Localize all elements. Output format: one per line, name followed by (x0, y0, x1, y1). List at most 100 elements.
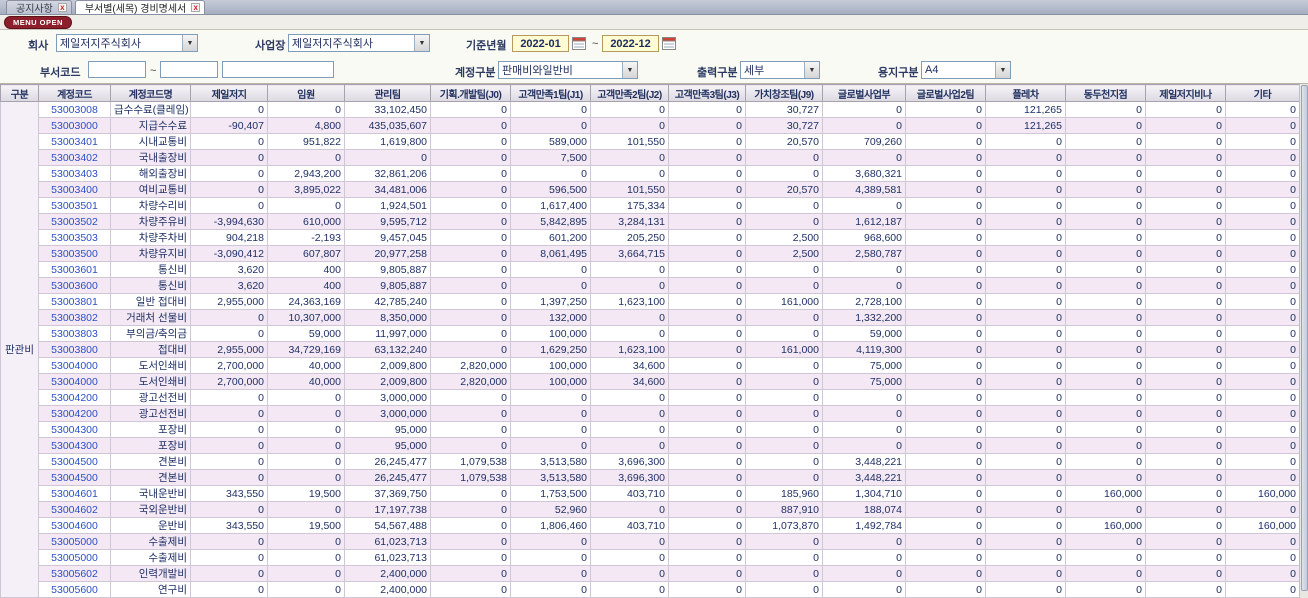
value-cell[interactable]: 20,977,258 (344, 245, 431, 262)
value-cell[interactable]: 0 (430, 325, 511, 342)
value-cell[interactable]: 0 (190, 453, 268, 470)
tab-notice[interactable]: 공지사항 x (6, 0, 72, 15)
value-cell[interactable]: 0 (1145, 405, 1226, 422)
value-cell[interactable]: 0 (668, 325, 746, 342)
value-cell[interactable]: 2,009,800 (344, 373, 431, 390)
value-cell[interactable]: 0 (985, 469, 1066, 486)
value-cell[interactable]: 0 (267, 405, 345, 422)
account-code-cell[interactable]: 53004200 (38, 405, 111, 422)
account-name-cell[interactable]: 광고선전비 (110, 405, 191, 422)
value-cell[interactable]: 0 (1145, 485, 1226, 502)
value-cell[interactable]: 0 (905, 437, 986, 454)
value-cell[interactable]: 0 (1145, 197, 1226, 214)
value-cell[interactable]: 0 (1065, 581, 1146, 598)
value-cell[interactable]: 0 (822, 405, 906, 422)
value-cell[interactable]: 0 (510, 117, 591, 134)
value-cell[interactable]: 1,612,187 (822, 213, 906, 230)
value-cell[interactable]: 0 (905, 277, 986, 294)
value-cell[interactable]: 0 (430, 149, 511, 166)
value-cell[interactable]: 0 (430, 181, 511, 198)
account-name-cell[interactable]: 포장비 (110, 421, 191, 438)
value-cell[interactable]: 0 (822, 149, 906, 166)
value-cell[interactable]: 0 (1225, 133, 1299, 150)
table-row[interactable]: 53004200 광고선전비 0 0 3,000,000 0 0 0 0 0 0 0 0 0 0 0 (1, 389, 1299, 406)
account-name-cell[interactable]: 차량주유비 (110, 213, 191, 230)
value-cell[interactable]: 0 (985, 373, 1066, 390)
value-cell[interactable]: 4,119,300 (822, 341, 906, 358)
value-cell[interactable]: 0 (190, 421, 268, 438)
value-cell[interactable]: 0 (590, 149, 669, 166)
value-cell[interactable]: 0 (1065, 133, 1146, 150)
value-cell[interactable]: 0 (1225, 421, 1299, 438)
account-code-cell[interactable]: 53003401 (38, 133, 111, 150)
value-cell[interactable]: 3,000,000 (344, 405, 431, 422)
value-cell[interactable]: 1,623,100 (590, 341, 669, 358)
value-cell[interactable]: 0 (430, 581, 511, 598)
account-code-cell[interactable]: 53003000 (38, 117, 111, 134)
value-cell[interactable]: 0 (1065, 405, 1146, 422)
value-cell[interactable]: 4,800 (267, 117, 345, 134)
value-cell[interactable]: 0 (590, 101, 669, 118)
value-cell[interactable]: 2,400,000 (344, 565, 431, 582)
account-code-cell[interactable]: 53003402 (38, 149, 111, 166)
account-code-cell[interactable]: 53005600 (38, 581, 111, 598)
value-cell[interactable]: 0 (985, 181, 1066, 198)
value-cell[interactable]: 185,960 (745, 485, 823, 502)
value-cell[interactable]: 0 (822, 437, 906, 454)
value-cell[interactable]: 0 (985, 309, 1066, 326)
value-cell[interactable]: 0 (190, 165, 268, 182)
account-code-cell[interactable]: 53003403 (38, 165, 111, 182)
value-cell[interactable]: 0 (668, 149, 746, 166)
table-row[interactable]: 53004200 광고선전비 0 0 3,000,000 0 0 0 0 0 0 0 0 0 0 0 (1, 405, 1299, 422)
value-cell[interactable]: 0 (1065, 437, 1146, 454)
value-cell[interactable]: 0 (1145, 325, 1226, 342)
value-cell[interactable]: 0 (668, 389, 746, 406)
account-code-cell[interactable]: 53005000 (38, 533, 111, 550)
value-cell[interactable]: 0 (745, 581, 823, 598)
value-cell[interactable]: 0 (590, 581, 669, 598)
value-cell[interactable]: 0 (668, 245, 746, 262)
account-name-cell[interactable]: 도서인쇄비 (110, 357, 191, 374)
company-select[interactable]: 제일저지주식회사 ▼ (56, 34, 198, 52)
period-to-input[interactable]: 2022-12 (602, 35, 659, 52)
value-cell[interactable]: 0 (1145, 101, 1226, 118)
value-cell[interactable]: 0 (985, 165, 1066, 182)
value-cell[interactable]: 54,567,488 (344, 517, 431, 534)
value-cell[interactable]: 0 (745, 437, 823, 454)
value-cell[interactable]: 0 (1065, 277, 1146, 294)
table-row[interactable]: 53004602 국외운반비 0 0 17,197,738 0 52,960 0 0 887,91… (1, 501, 1299, 518)
value-cell[interactable]: 8,061,495 (510, 245, 591, 262)
value-cell[interactable]: 0 (430, 421, 511, 438)
account-name-cell[interactable]: 차량수리비 (110, 197, 191, 214)
account-code-cell[interactable]: 53004000 (38, 357, 111, 374)
account-name-cell[interactable]: 통신비 (110, 261, 191, 278)
account-name-cell[interactable]: 견본비 (110, 469, 191, 486)
value-cell[interactable]: 0 (1225, 213, 1299, 230)
value-cell[interactable]: 0 (1225, 469, 1299, 486)
value-cell[interactable]: 0 (430, 101, 511, 118)
value-cell[interactable]: 0 (1225, 341, 1299, 358)
value-cell[interactable]: 0 (1145, 565, 1226, 582)
value-cell[interactable]: 0 (1065, 325, 1146, 342)
value-cell[interactable]: 0 (430, 261, 511, 278)
value-cell[interactable]: 0 (1065, 565, 1146, 582)
value-cell[interactable]: 75,000 (822, 373, 906, 390)
table-row[interactable]: 53005602 인력개발비 0 0 2,400,000 0 0 0 0 0 0 0 0 0 0 0 (1, 565, 1299, 582)
value-cell[interactable]: 0 (905, 213, 986, 230)
tab-close-icon[interactable]: x (57, 3, 67, 12)
value-cell[interactable]: 0 (190, 565, 268, 582)
value-cell[interactable]: 0 (267, 501, 345, 518)
value-cell[interactable]: 75,000 (822, 357, 906, 374)
value-cell[interactable]: 0 (190, 181, 268, 198)
value-cell[interactable]: 0 (668, 309, 746, 326)
value-cell[interactable]: 0 (430, 213, 511, 230)
value-cell[interactable]: 0 (905, 565, 986, 582)
value-cell[interactable]: 0 (590, 437, 669, 454)
value-cell[interactable]: -3,090,412 (190, 245, 268, 262)
value-cell[interactable]: 0 (1225, 229, 1299, 246)
value-cell[interactable]: 59,000 (822, 325, 906, 342)
table-row[interactable]: 53004500 견본비 0 0 26,245,477 1,079,538 3,513,58… (1, 469, 1299, 486)
value-cell[interactable]: 0 (1065, 469, 1146, 486)
account-code-cell[interactable]: 53003502 (38, 213, 111, 230)
value-cell[interactable]: 33,102,450 (344, 101, 431, 118)
